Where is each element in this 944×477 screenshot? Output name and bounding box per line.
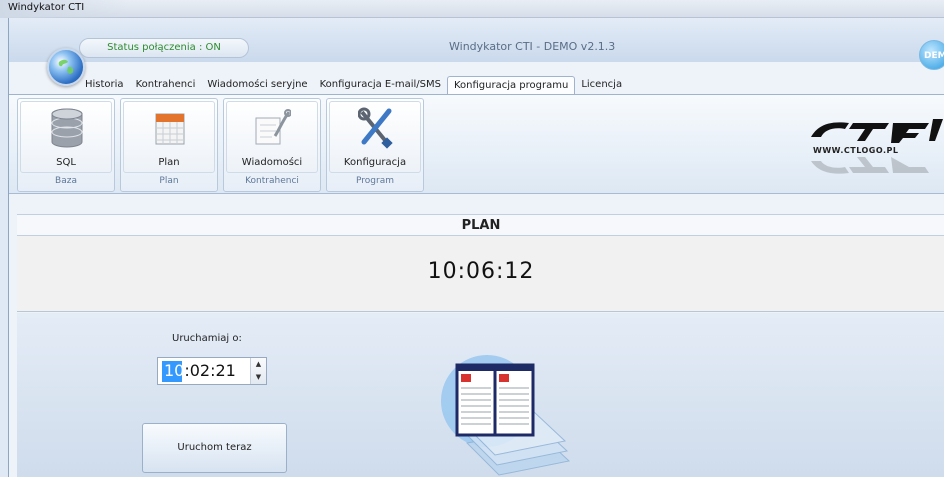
ribbon-panel: SQL Baza Plan Plan Wiadomości Kontrahenc…	[9, 94, 944, 194]
tools-icon	[358, 107, 393, 149]
spin-down-icon[interactable]: ▼	[251, 371, 266, 384]
wiadomosci-button-label: Wiadomości	[241, 157, 303, 168]
group-label-plan: Plan	[159, 176, 179, 186]
group-program: Konfiguracja Program	[326, 98, 424, 192]
connection-status: Status połączenia : ON	[79, 38, 249, 58]
title-bar: Windykator CTI	[0, 0, 944, 18]
app-menu-globe-icon[interactable]	[47, 48, 85, 86]
sql-button-label: SQL	[56, 157, 76, 168]
wiadomosci-button[interactable]: Wiadomości	[226, 101, 318, 173]
calendar-icon	[155, 113, 185, 145]
tab-historia[interactable]: Historia	[79, 76, 130, 94]
planner-illustration-icon	[441, 355, 571, 476]
database-icon	[51, 108, 83, 148]
run-time-hours: 10	[164, 361, 185, 380]
run-now-button[interactable]: Uruchom teraz	[142, 423, 287, 473]
group-plan: Plan Plan	[120, 98, 218, 192]
window-title: Windykator CTI	[8, 2, 85, 13]
run-time-rest: :02:21	[184, 361, 236, 380]
tab-konfiguracja-programu[interactable]: Konfiguracja programu	[446, 76, 576, 94]
group-label-program: Program	[356, 176, 394, 186]
konfiguracja-button-label: Konfiguracja	[343, 157, 407, 168]
plan-header: PLAN	[17, 214, 944, 236]
ribbon-tabs: Historia Kontrahenci Wiadomości seryjne …	[79, 76, 628, 94]
clock-panel: 10:06:12	[17, 236, 944, 312]
group-label-kontrahenci: Kontrahenci	[245, 176, 299, 186]
run-at-label: Uruchamiaj o:	[172, 333, 242, 344]
demo-badge[interactable]: DEM	[919, 40, 944, 70]
tab-wiadomosci-seryjne[interactable]: Wiadomości seryjne	[201, 76, 313, 94]
company-logo: WWW.CTLOGO.PL	[809, 113, 944, 177]
plan-button[interactable]: Plan	[123, 101, 215, 173]
logo-reflection-icon	[811, 157, 929, 174]
group-kontrahenci: Wiadomości Kontrahenci	[223, 98, 321, 192]
schedule-panel: Uruchamiaj o: 10:02:21 ▲ ▼ Uruchom teraz	[17, 313, 944, 477]
logo-url: WWW.CTLOGO.PL	[813, 146, 899, 155]
spin-up-icon[interactable]: ▲	[251, 358, 266, 371]
sql-button[interactable]: SQL	[20, 101, 112, 173]
header-bar: Status połączenia : ON Windykator CTI - …	[9, 18, 944, 70]
run-time-value: 10:02:21	[164, 361, 236, 380]
app-caption: Windykator CTI - DEMO v2.1.3	[449, 40, 616, 53]
app-window: Status połączenia : ON Windykator CTI - …	[8, 18, 944, 477]
tab-konfiguracja-email-sms[interactable]: Konfiguracja E-mail/SMS	[314, 76, 447, 94]
tab-licencja[interactable]: Licencja	[575, 76, 628, 94]
run-time-input[interactable]: 10:02:21 ▲ ▼	[157, 357, 267, 385]
tab-kontrahenci[interactable]: Kontrahenci	[130, 76, 202, 94]
time-spinner: ▲ ▼	[250, 358, 266, 384]
konfiguracja-button[interactable]: Konfiguracja	[329, 101, 421, 173]
group-label-baza: Baza	[55, 176, 77, 186]
current-time-clock: 10:06:12	[427, 259, 535, 284]
logo-mark-icon	[811, 119, 943, 143]
group-baza: SQL Baza	[17, 98, 115, 192]
message-icon	[255, 109, 291, 145]
plan-button-label: Plan	[158, 157, 180, 168]
